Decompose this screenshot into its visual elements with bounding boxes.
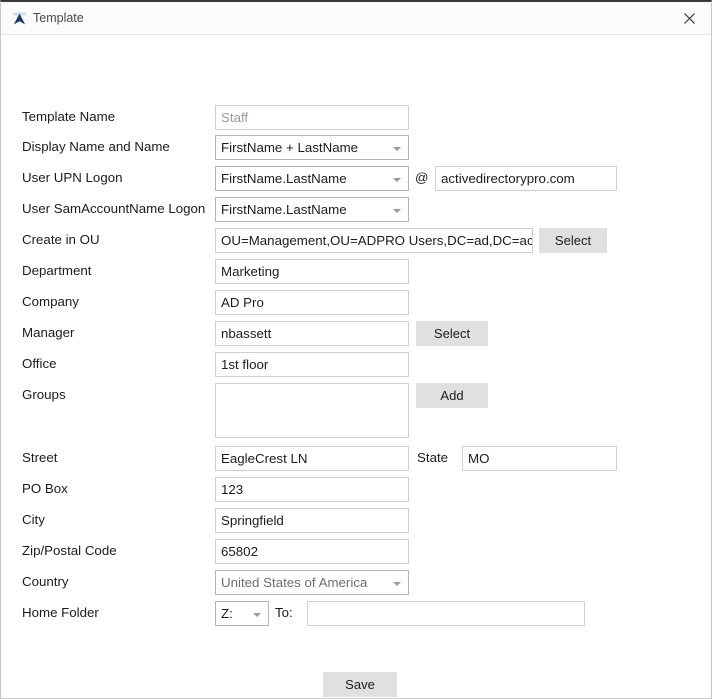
row-country: Country United States of America — [1, 570, 712, 596]
row-zip-postal-code: Zip/Postal Code 65802 — [1, 539, 712, 565]
chevron-down-icon — [393, 209, 401, 213]
label-zip-postal-code: Zip/Postal Code — [22, 543, 117, 558]
home-folder-path-input[interactable] — [307, 601, 585, 626]
label-create-in-ou: Create in OU — [22, 232, 100, 247]
samaccountname-value: FirstName.LastName — [221, 202, 347, 217]
label-manager: Manager — [22, 325, 75, 340]
label-to: To: — [275, 605, 293, 620]
label-user-samaccountname-logon: User SamAccountName Logon — [22, 201, 206, 216]
groups-list-box[interactable] — [215, 383, 409, 438]
label-department: Department — [22, 263, 92, 278]
manager-select-button[interactable]: Select — [416, 321, 488, 346]
manager-input[interactable]: nbassett — [215, 321, 409, 346]
state-input[interactable]: MO — [462, 446, 617, 471]
upn-prefix-value: FirstName.LastName — [221, 171, 347, 186]
samaccountname-dropdown[interactable]: FirstName.LastName — [215, 197, 409, 222]
chevron-down-icon — [253, 613, 261, 617]
at-symbol: @ — [415, 170, 429, 185]
label-groups: Groups — [22, 387, 66, 402]
row-template-name: Template Name Staff — [1, 105, 712, 131]
upn-prefix-dropdown[interactable]: FirstName.LastName — [215, 166, 409, 191]
label-company: Company — [22, 294, 79, 309]
row-manager: Manager nbassett — [1, 321, 712, 347]
label-po-box: PO Box — [22, 481, 68, 496]
label-city: City — [22, 512, 45, 527]
label-display-name: Display Name and Name — [22, 139, 170, 154]
row-department: Department Marketing — [1, 259, 712, 285]
create-in-ou-input[interactable]: OU=Management,OU=ADPRO Users,DC=ad,DC=ac… — [215, 228, 533, 253]
row-street: Street EagleCrest LN State MO — [1, 446, 712, 472]
label-office: Office — [22, 356, 57, 371]
template-form: Template Name Staff Display Name and Nam… — [1, 35, 711, 699]
zip-postal-code-input[interactable]: 65802 — [215, 539, 409, 564]
street-input[interactable]: EagleCrest LN — [215, 446, 409, 471]
row-company: Company AD Pro — [1, 290, 712, 316]
row-city: City Springfield — [1, 508, 712, 534]
template-name-input[interactable]: Staff — [215, 105, 409, 130]
label-home-folder: Home Folder — [22, 605, 99, 620]
upn-domain-input[interactable]: activedirectorypro.com — [435, 166, 617, 191]
row-office: Office 1st floor — [1, 352, 712, 378]
save-button[interactable]: Save — [323, 672, 397, 697]
city-input[interactable]: Springfield — [215, 508, 409, 533]
row-home-folder: Home Folder Z: To: — [1, 601, 712, 627]
home-folder-drive-dropdown[interactable]: Z: — [215, 601, 269, 626]
label-user-upn-logon: User UPN Logon — [22, 170, 123, 185]
label-country: Country — [22, 574, 69, 589]
country-value: United States of America — [221, 575, 368, 590]
title-bar: Template — [1, 2, 711, 35]
groups-add-button[interactable]: Add — [416, 383, 488, 408]
ou-select-button[interactable]: Select — [539, 228, 607, 253]
chevron-down-icon — [393, 582, 401, 586]
display-name-dropdown[interactable]: FirstName + LastName — [215, 135, 409, 160]
chevron-down-icon — [393, 178, 401, 182]
label-state: State — [417, 450, 449, 465]
office-input[interactable]: 1st floor — [215, 352, 409, 377]
label-template-name: Template Name — [22, 109, 116, 124]
window-title: Template — [33, 11, 84, 25]
chevron-down-icon — [393, 147, 401, 151]
row-po-box: PO Box 123 — [1, 477, 712, 503]
home-folder-drive-value: Z: — [221, 606, 233, 621]
row-user-upn-logon: User UPN Logon FirstName.LastName @ acti… — [1, 166, 712, 192]
po-box-input[interactable]: 123 — [215, 477, 409, 502]
department-input[interactable]: Marketing — [215, 259, 409, 284]
close-icon[interactable] — [667, 2, 711, 34]
display-name-value: FirstName + LastName — [221, 140, 359, 155]
company-input[interactable]: AD Pro — [215, 290, 409, 315]
label-street: Street — [22, 450, 58, 465]
row-display-name: Display Name and Name FirstName + LastNa… — [1, 135, 712, 161]
country-dropdown[interactable]: United States of America — [215, 570, 409, 595]
template-dialog-window: Template Template Name Staff Display Nam… — [0, 0, 712, 699]
app-logo-icon — [11, 10, 28, 27]
row-user-samaccountname-logon: User SamAccountName Logon FirstName.Last… — [1, 197, 712, 223]
